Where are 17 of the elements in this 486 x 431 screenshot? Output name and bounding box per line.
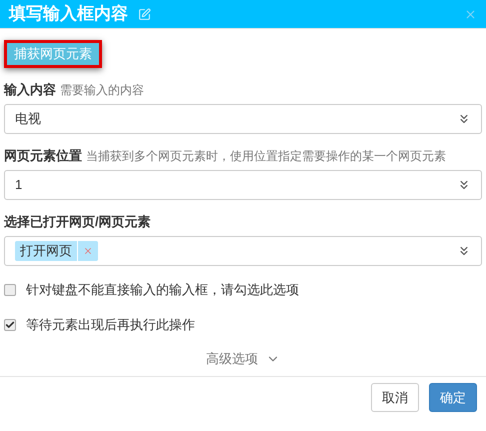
advanced-options-toggle[interactable]: 高级选项 (206, 351, 280, 367)
select-field[interactable]: 打开网页 (4, 236, 482, 266)
tag: 打开网页 (15, 241, 98, 261)
dialog-title: 填写输入框内容 (9, 3, 128, 26)
field-label: 输入内容 (4, 82, 56, 98)
cancel-button[interactable]: 取消 (371, 383, 419, 412)
input-field[interactable]: 1 (4, 170, 482, 200)
option-label: 等待元素出现后再执行此操作 (26, 317, 195, 333)
checkbox[interactable] (4, 284, 16, 296)
input-field[interactable]: 电视 (4, 104, 482, 134)
field-hint: 当捕获到多个网页元素时，使用位置指定需要操作的某一个网页元素 (86, 148, 446, 164)
checkbox[interactable] (4, 319, 16, 331)
field-label: 网页元素位置 (4, 148, 82, 164)
field-hint: 需要输入的内容 (60, 82, 144, 98)
confirm-button[interactable]: 确定 (429, 383, 477, 412)
option-label: 针对键盘不能直接输入的输入框，请勾选此选项 (26, 282, 299, 298)
field-label: 选择已打开网页/网页元素 (4, 214, 152, 230)
